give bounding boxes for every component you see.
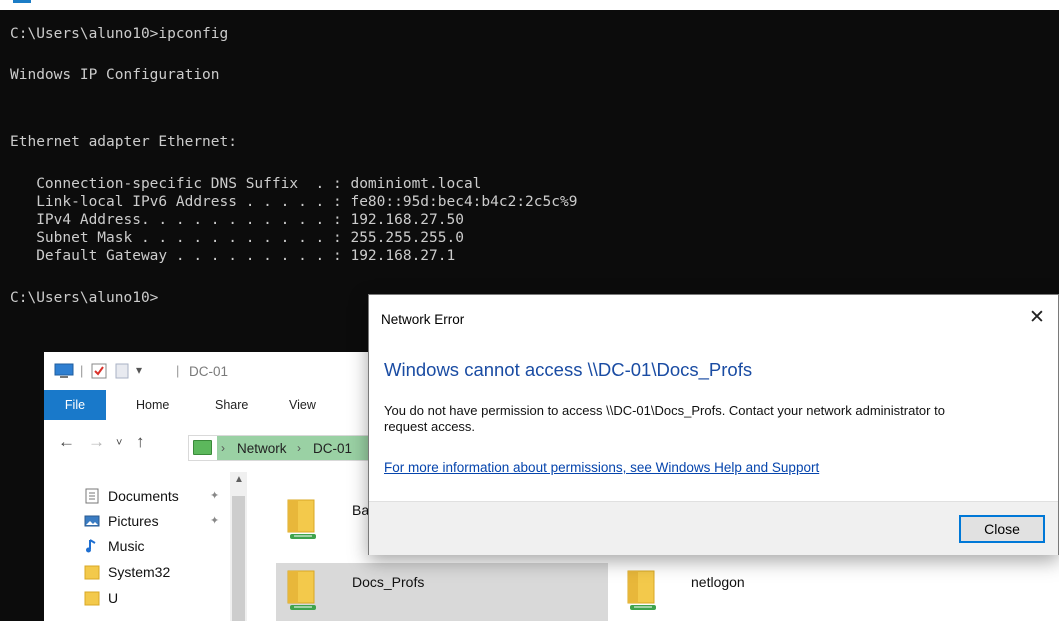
share-item-docs-profs[interactable]: Docs_Profs [276, 563, 608, 621]
scroll-up-arrow-icon[interactable]: ▲ [234, 474, 244, 485]
tab-share[interactable]: Share [215, 398, 248, 412]
dialog-title: Network Error [381, 312, 465, 327]
separator-icon: | [80, 363, 84, 378]
dialog-title-bar: Network Error ✕ [369, 295, 1058, 345]
navigation-pane[interactable]: Documents ✦ Pictures ✦ Music System32 U … [44, 472, 274, 621]
folder-icon [84, 564, 100, 580]
breadcrumb-separator: › [297, 441, 301, 455]
share-item-netlogon[interactable]: netlogon [616, 563, 916, 621]
console-header-line: Windows IP Configuration [10, 67, 220, 83]
nav-item-label: System32 [108, 564, 171, 580]
console-ipv4-line: IPv4 Address. . . . . . . . . . . : 192.… [10, 212, 464, 228]
scrollbar-thumb[interactable] [232, 496, 245, 621]
dialog-message: You do not have permission to access \\D… [384, 403, 945, 434]
dialog-footer: Close [369, 501, 1058, 555]
nav-item-documents[interactable]: Documents [84, 484, 179, 508]
tab-file[interactable]: File [44, 390, 106, 420]
share-label: Ba [352, 502, 370, 518]
close-icon[interactable]: ✕ [1026, 307, 1048, 329]
breadcrumb-dc-01[interactable]: DC-01 [313, 441, 352, 456]
music-icon [84, 538, 100, 554]
share-label: netlogon [691, 574, 745, 590]
up-arrow-icon[interactable]: ↑ [136, 432, 145, 452]
network-share-icon [626, 569, 656, 610]
nav-item-partial[interactable]: U [84, 586, 118, 610]
forward-arrow-icon[interactable]: → [88, 432, 105, 452]
console-subnet-line: Subnet Mask . . . . . . . . . . . : 255.… [10, 230, 464, 246]
separator-icon: | [176, 363, 180, 378]
console-prompt-line: C:\Users\aluno10>ipconfig [10, 26, 229, 42]
pin-icon[interactable]: ✦ [210, 514, 219, 527]
close-button[interactable]: Close [959, 515, 1045, 543]
tab-home[interactable]: Home [136, 398, 169, 412]
console-cursor-indicator [13, 0, 31, 3]
pictures-icon [84, 513, 100, 529]
nav-item-system32[interactable]: System32 [84, 560, 170, 584]
nav-item-music[interactable]: Music [84, 534, 145, 558]
tab-view[interactable]: View [289, 398, 316, 412]
help-link[interactable]: For more information about permissions, … [384, 460, 819, 475]
network-share-icon [286, 569, 316, 610]
customize-quick-access-icon[interactable]: ▾ [136, 363, 142, 377]
network-error-dialog[interactable]: Network Error ✕ Windows cannot access \\… [368, 294, 1059, 555]
dialog-heading: Windows cannot access \\DC-01\Docs_Profs [384, 359, 753, 380]
nav-item-label: Documents [108, 488, 179, 504]
console-gateway-line: Default Gateway . . . . . . . . . : 192.… [10, 248, 456, 264]
window-title: DC-01 [189, 364, 229, 379]
pin-icon[interactable]: ✦ [210, 489, 219, 502]
console-ipv6-line: Link-local IPv6 Address . . . . . : fe80… [10, 194, 578, 210]
properties-icon[interactable] [91, 363, 107, 382]
recent-locations-chevron-icon[interactable]: ˅ [116, 437, 122, 449]
new-folder-icon[interactable] [114, 363, 130, 382]
nav-item-label: Music [108, 538, 145, 554]
back-arrow-icon[interactable]: ← [58, 432, 75, 452]
console-prompt-line-2: C:\Users\aluno10> [10, 290, 159, 306]
nav-item-pictures[interactable]: Pictures [84, 509, 159, 533]
computer-icon [54, 363, 74, 382]
breadcrumb-separator: › [221, 441, 225, 455]
breadcrumb-network[interactable]: Network [237, 441, 287, 456]
network-share-icon [286, 498, 316, 539]
console-adapter-line: Ethernet adapter Ethernet: [10, 134, 237, 150]
console-dns-suffix-line: Connection-specific DNS Suffix . : domin… [10, 176, 482, 192]
network-location-icon [193, 440, 212, 455]
navigation-scrollbar[interactable]: ▲ [230, 472, 247, 621]
nav-item-label: Pictures [108, 513, 159, 529]
documents-icon [84, 488, 100, 504]
share-label: Docs_Profs [352, 574, 425, 590]
folder-icon [84, 590, 100, 606]
nav-item-label: U [108, 590, 119, 606]
